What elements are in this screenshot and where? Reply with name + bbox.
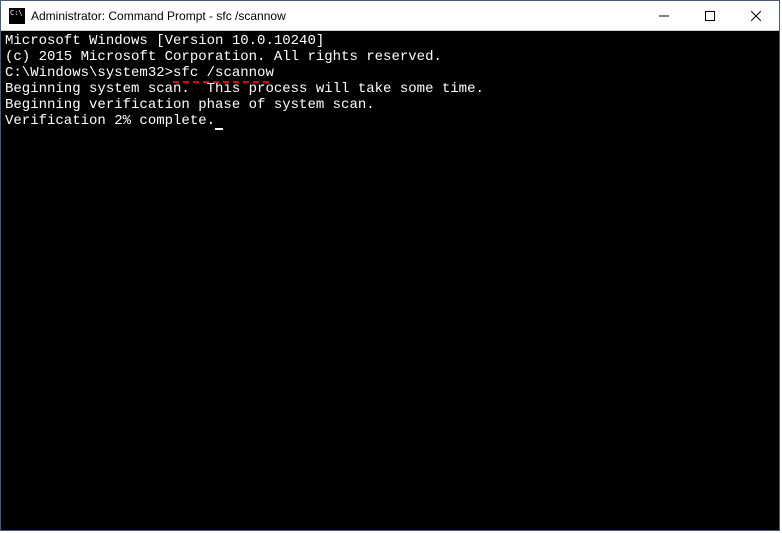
red-underline-annotation (173, 81, 269, 83)
prompt-line: C:\Windows\system32>sfc /scannow (5, 65, 274, 81)
window-controls (641, 1, 779, 30)
command-prompt-window: Administrator: Command Prompt - sfc /sca… (0, 0, 780, 531)
terminal-output[interactable]: Microsoft Windows [Version 10.0.10240](c… (1, 31, 779, 530)
window-title: Administrator: Command Prompt - sfc /sca… (31, 9, 641, 23)
output-line: (c) 2015 Microsoft Corporation. All righ… (5, 49, 775, 65)
output-line: Microsoft Windows [Version 10.0.10240] (5, 33, 775, 49)
text-cursor (215, 128, 223, 130)
command-text: sfc /scannow (173, 65, 274, 81)
close-button[interactable] (733, 1, 779, 30)
output-line: Verification 2% complete. (5, 113, 215, 129)
output-line: Beginning verification phase of system s… (5, 97, 775, 113)
prompt-path: C:\Windows\system32> (5, 65, 173, 81)
output-line: Beginning system scan. This process will… (5, 81, 775, 97)
maximize-button[interactable] (687, 1, 733, 30)
cmd-icon (9, 8, 25, 24)
titlebar[interactable]: Administrator: Command Prompt - sfc /sca… (1, 1, 779, 31)
minimize-button[interactable] (641, 1, 687, 30)
